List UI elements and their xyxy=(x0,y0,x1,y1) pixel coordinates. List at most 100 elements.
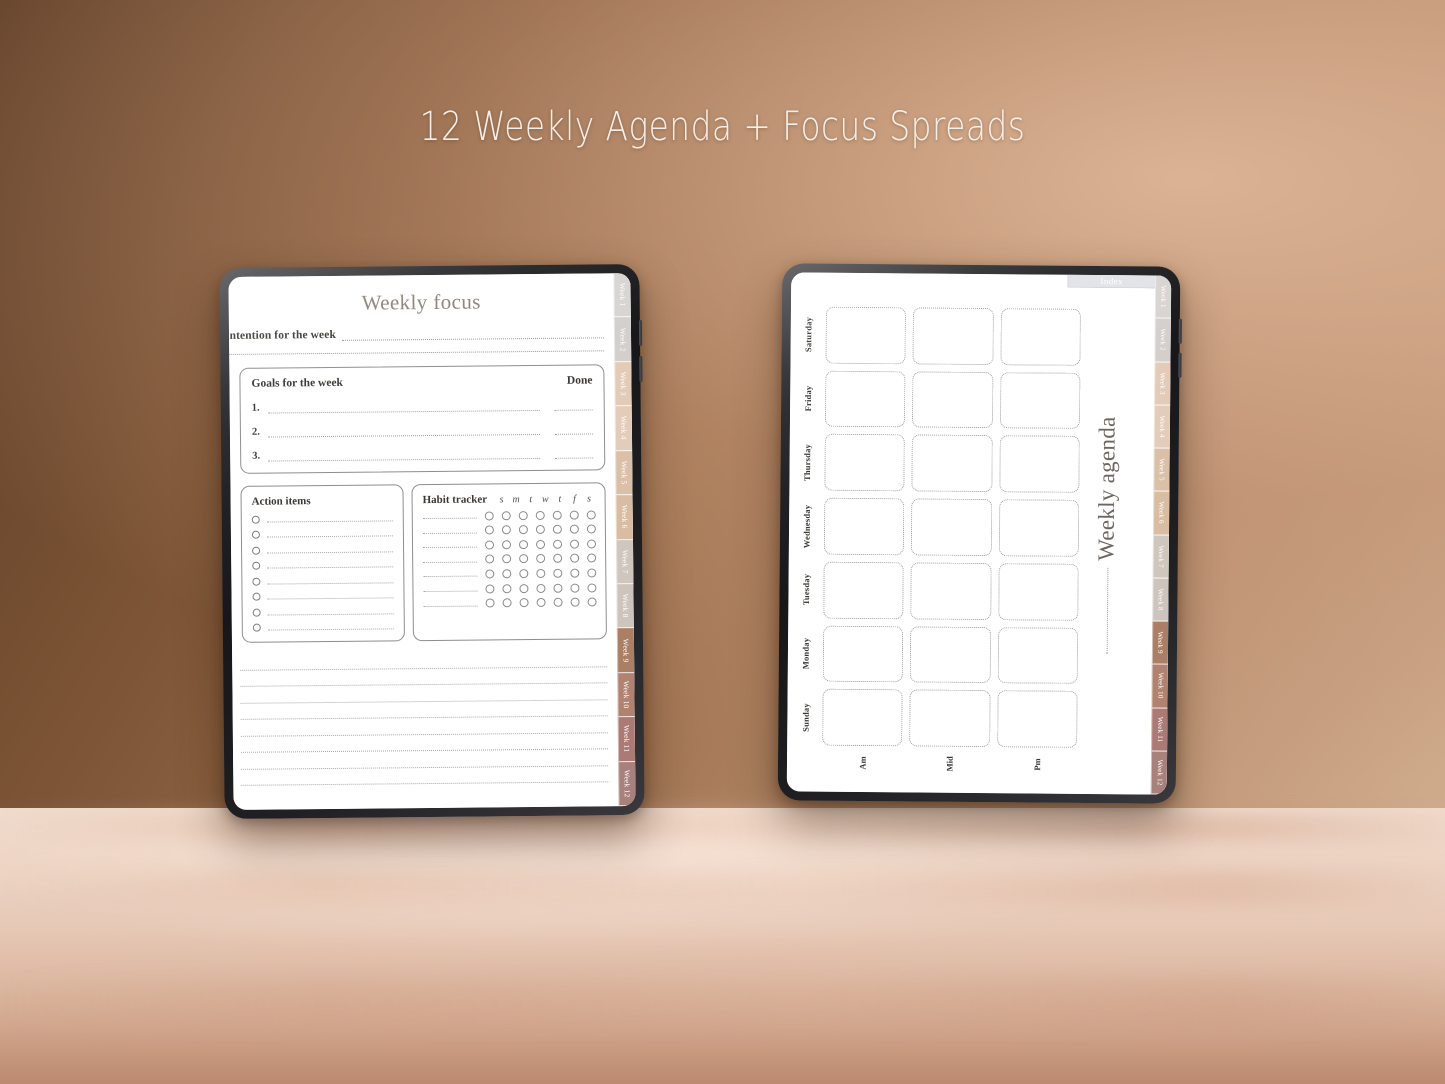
habit-dot[interactable] xyxy=(484,510,494,521)
habit-dot[interactable] xyxy=(570,568,580,578)
habit-row[interactable] xyxy=(423,553,597,565)
action-item-checkbox[interactable] xyxy=(252,608,261,617)
action-item-row[interactable] xyxy=(252,576,394,586)
agenda-cell[interactable] xyxy=(911,498,992,556)
week-tab-6[interactable]: Week 6 xyxy=(1152,491,1170,536)
goal-row[interactable]: 3. xyxy=(252,447,594,462)
notes-line[interactable] xyxy=(241,765,609,786)
habit-dot[interactable] xyxy=(535,510,545,520)
habit-dot[interactable] xyxy=(569,510,579,520)
agenda-cell[interactable] xyxy=(823,497,905,556)
action-item-row[interactable] xyxy=(252,545,394,555)
habit-dot[interactable] xyxy=(518,525,528,535)
habit-dot[interactable] xyxy=(552,539,563,549)
agenda-cell[interactable] xyxy=(825,306,907,365)
week-tab-7[interactable]: Week 7 xyxy=(615,539,634,585)
habit-dot[interactable] xyxy=(502,569,512,579)
habit-dot[interactable] xyxy=(570,583,580,593)
habit-dot[interactable] xyxy=(519,583,529,593)
agenda-cell[interactable] xyxy=(912,371,994,429)
habit-dot[interactable] xyxy=(502,583,512,593)
week-tab-11[interactable]: Week 11 xyxy=(1151,708,1168,752)
volume-up-button[interactable] xyxy=(638,319,643,347)
habit-dot[interactable] xyxy=(518,539,529,549)
week-tab-5[interactable]: Week 5 xyxy=(1153,448,1170,492)
action-item-row[interactable] xyxy=(252,591,394,601)
volume-up-button[interactable] xyxy=(1178,318,1182,344)
agenda-cell[interactable] xyxy=(823,561,905,619)
agenda-cell[interactable] xyxy=(999,435,1080,494)
action-item-write-line[interactable] xyxy=(267,592,394,600)
goal-done-line[interactable] xyxy=(555,449,594,459)
habit-dot[interactable] xyxy=(536,583,546,593)
action-item-checkbox[interactable] xyxy=(251,515,260,524)
week-tab-10[interactable]: Week 10 xyxy=(1151,664,1168,709)
habit-dot[interactable] xyxy=(553,554,563,564)
habit-dot[interactable] xyxy=(587,553,597,563)
action-item-row[interactable] xyxy=(251,514,393,524)
week-tab-8[interactable]: Week 8 xyxy=(1152,578,1169,622)
habit-dot[interactable] xyxy=(519,554,529,564)
action-item-write-line[interactable] xyxy=(267,576,394,585)
week-tab-9[interactable]: Week 9 xyxy=(1151,621,1169,665)
habit-dot[interactable] xyxy=(587,568,597,578)
action-item-checkbox[interactable] xyxy=(252,546,261,555)
habit-dot[interactable] xyxy=(569,539,580,549)
goal-write-line[interactable] xyxy=(267,401,540,414)
habit-dot[interactable] xyxy=(502,554,512,564)
week-tab-3[interactable]: Week 3 xyxy=(614,361,632,407)
goal-write-line[interactable] xyxy=(268,449,541,462)
habit-dot[interactable] xyxy=(569,524,579,534)
week-tab-1[interactable]: Week 1 xyxy=(613,273,631,318)
action-item-checkbox[interactable] xyxy=(252,577,261,586)
intention-field[interactable]: Intention for the week xyxy=(228,326,605,342)
habit-name-line[interactable] xyxy=(423,571,478,578)
agenda-cell[interactable] xyxy=(996,690,1078,748)
habit-dot[interactable] xyxy=(485,569,495,579)
agenda-cell[interactable] xyxy=(998,499,1080,557)
habit-dot[interactable] xyxy=(587,597,597,607)
habit-dot[interactable] xyxy=(586,539,597,549)
habit-dot[interactable] xyxy=(587,582,597,593)
habit-dot[interactable] xyxy=(501,525,511,535)
agenda-cell[interactable] xyxy=(824,370,906,428)
habit-dot[interactable] xyxy=(586,510,596,520)
agenda-cell[interactable] xyxy=(997,563,1079,621)
action-item-row[interactable] xyxy=(252,607,394,617)
index-tab[interactable]: Index xyxy=(1067,274,1156,289)
habit-dot[interactable] xyxy=(501,510,511,520)
action-item-checkbox[interactable] xyxy=(252,592,261,601)
habit-name-line[interactable] xyxy=(423,541,478,549)
habit-dot[interactable] xyxy=(485,554,495,564)
habit-dot[interactable] xyxy=(553,568,563,578)
habit-dot[interactable] xyxy=(518,510,528,520)
habit-row[interactable] xyxy=(423,539,597,550)
habit-row[interactable] xyxy=(423,597,597,609)
habit-dot[interactable] xyxy=(484,525,494,535)
agenda-cell[interactable] xyxy=(1000,308,1081,366)
agenda-cell[interactable] xyxy=(912,307,994,365)
habit-dot[interactable] xyxy=(552,510,562,520)
action-item-row[interactable] xyxy=(252,622,394,632)
goal-done-line[interactable] xyxy=(554,425,593,435)
habit-row[interactable] xyxy=(423,582,597,594)
habit-name-line[interactable] xyxy=(423,556,478,563)
week-tab-2[interactable]: Week 2 xyxy=(1154,318,1171,363)
week-tab-4[interactable]: Week 4 xyxy=(1153,405,1171,449)
goal-row[interactable]: 1. xyxy=(252,399,593,414)
action-item-checkbox[interactable] xyxy=(252,561,261,570)
agenda-cell[interactable] xyxy=(909,689,991,748)
habit-dot[interactable] xyxy=(536,554,546,564)
habit-dot[interactable] xyxy=(570,553,580,564)
habit-dot[interactable] xyxy=(485,598,495,608)
action-item-write-line[interactable] xyxy=(267,607,394,616)
habit-name-line[interactable] xyxy=(423,585,478,593)
agenda-cell[interactable] xyxy=(822,625,904,683)
notes-lines[interactable] xyxy=(240,650,609,786)
habit-dot[interactable] xyxy=(553,583,563,593)
habit-dot[interactable] xyxy=(586,524,596,534)
volume-down-button[interactable] xyxy=(639,355,643,383)
goal-row[interactable]: 2. xyxy=(252,423,593,438)
week-tab-6[interactable]: Week 6 xyxy=(615,495,633,540)
intention-write-line-2[interactable] xyxy=(228,350,605,355)
